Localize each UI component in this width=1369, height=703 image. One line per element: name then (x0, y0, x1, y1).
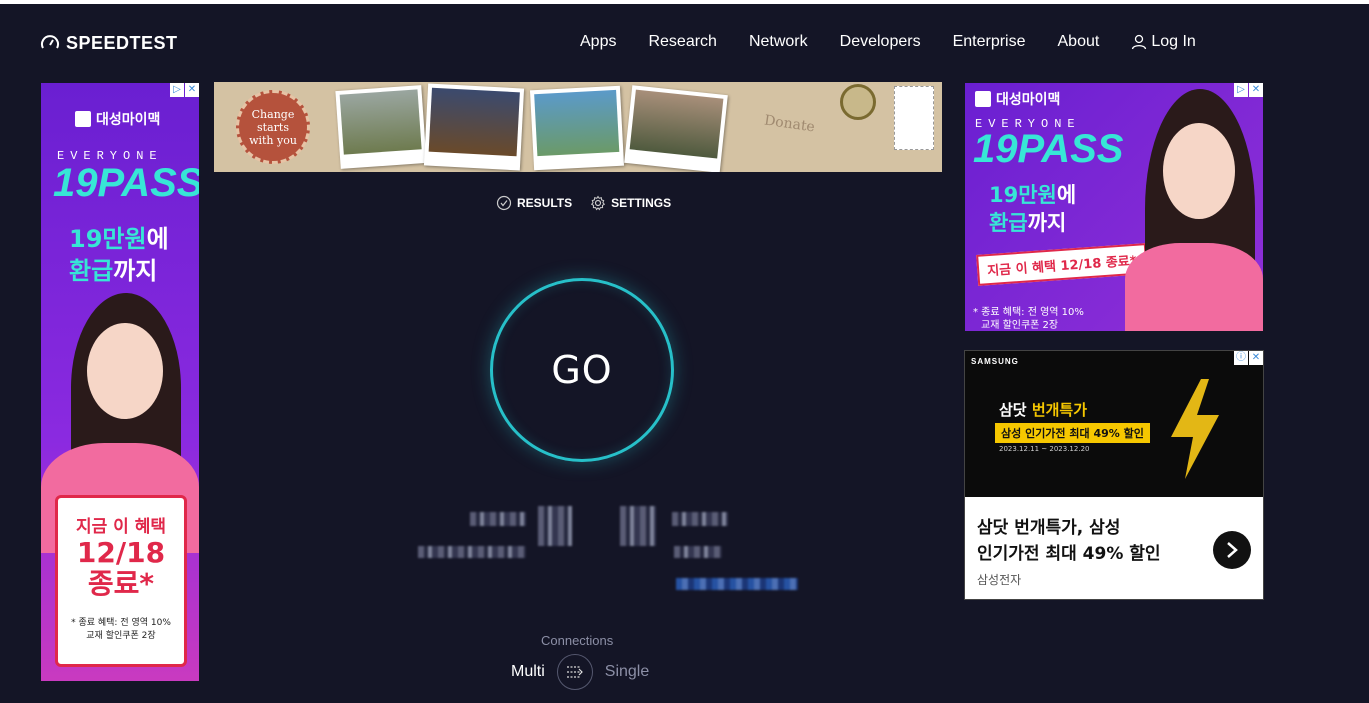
redacted-server-location (674, 546, 722, 558)
samsung-caption: 삼닷 번개특가, 삼성 인기가전 최대 49% 할인 삼성전자 (965, 497, 1263, 599)
logo-text: SPEEDTEST (66, 33, 178, 53)
speedometer-icon (41, 34, 59, 48)
change-stamp: Change starts with you (236, 90, 310, 164)
nav-apps[interactable]: Apps (580, 33, 616, 51)
main-nav: Apps Research Network Developers Enterpr… (580, 33, 1196, 51)
samsung-dates: 2023.12.11 ~ 2023.12.20 (999, 445, 1090, 453)
model-face (87, 323, 163, 419)
ad-close-icon[interactable]: ✕ (1249, 351, 1263, 365)
redacted-server-icon (620, 506, 656, 546)
tab-settings[interactable]: SETTINGS (590, 195, 671, 211)
login-label: Log In (1151, 33, 1196, 50)
redacted-server-name (672, 512, 728, 526)
ad-close-icon[interactable]: ✕ (1249, 83, 1263, 97)
result-tabs: RESULTS SETTINGS (496, 195, 671, 211)
model-face (1163, 123, 1235, 219)
samsung-ad-banner[interactable]: ⓘ ✕ SAMSUNG 삼닷 번개특가 삼성 인기가전 최대 49% 할인 20… (964, 350, 1264, 600)
ad-deadline-banner: 지금 이 혜택 12/18 종료* (976, 243, 1148, 286)
right-ad-banner[interactable]: ▷ ✕ 대성마이맥 EVERYONE 19PASS 19만원에 환급까지 지금 … (965, 83, 1263, 331)
chevron-right-icon (1227, 542, 1238, 558)
photo-3 (529, 85, 625, 171)
connections-toggle: Multi Single (511, 654, 649, 690)
ad-refund-line1: 19만원에 (69, 225, 169, 253)
user-icon (1132, 34, 1147, 50)
nav-developers[interactable]: Developers (840, 33, 921, 51)
ad-choices[interactable]: ▷ ✕ (169, 83, 199, 97)
chevron-right-button[interactable] (1213, 531, 1251, 569)
lightning-icon (1171, 379, 1219, 479)
photo-2 (423, 83, 525, 171)
gear-icon (591, 195, 606, 211)
ad-close-icon[interactable]: ✕ (185, 83, 199, 97)
nav-network[interactable]: Network (749, 33, 808, 51)
ad-info-icon[interactable]: ▷ (170, 83, 184, 97)
ad-brand: 대성마이맥 (975, 89, 1060, 109)
go-label: GO (551, 348, 613, 392)
redacted-isp-icon (538, 506, 572, 546)
ad-refund-line2: 환급까지 (69, 257, 158, 285)
speedtest-logo[interactable]: SPEEDTEST (40, 33, 178, 54)
connections-arrows-icon (566, 666, 583, 678)
model-shirt (1125, 243, 1263, 331)
donate-text[interactable]: Donate (763, 113, 816, 136)
brand-logo-icon (975, 91, 991, 107)
seal-icon (840, 84, 876, 120)
ad-pass-title: 19PASS (53, 161, 199, 205)
ad-refund-line1: 19만원에 (989, 183, 1077, 207)
nav-research[interactable]: Research (648, 33, 716, 51)
ad-info-icon[interactable]: ▷ (1234, 83, 1248, 97)
samsung-title: 삼닷 번개특가 (999, 401, 1088, 419)
ad-choices-right[interactable]: ▷ ✕ (1233, 83, 1263, 97)
samsung-logo: SAMSUNG (971, 357, 1019, 366)
ad-choices-samsung[interactable]: ⓘ ✕ (1233, 351, 1263, 365)
brand-logo-icon (75, 111, 91, 127)
ad-refund-line2: 환급까지 (989, 211, 1067, 235)
samsung-subtitle: 삼성 인기가전 최대 49% 할인 (995, 423, 1150, 443)
check-circle-icon (496, 195, 512, 211)
top-ad-banner[interactable]: Change starts with you Donate (214, 82, 942, 172)
connections-single[interactable]: Single (605, 663, 649, 681)
ad-deadline-badge: 지금 이 혜택 12/18 종료* * 종료 혜택: 전 영역 10% 교재 할… (55, 495, 187, 667)
ad-info-icon[interactable]: ⓘ (1234, 351, 1248, 365)
connections-switch[interactable] (556, 654, 593, 690)
ad-brand: 대성마이맥 (75, 109, 160, 129)
nav-enterprise[interactable]: Enterprise (953, 33, 1026, 51)
connections-multi[interactable]: Multi (511, 663, 545, 681)
ad-footnote2: 교재 할인쿠폰 2장 (981, 320, 1059, 331)
photo-4 (624, 85, 728, 172)
go-button[interactable]: GO (490, 278, 674, 462)
top-border (0, 0, 1369, 4)
left-ad-banner[interactable]: ▷ ✕ 대성마이맥 EVERYONE 19PASS 19만원에 환급까지 지금 … (41, 83, 199, 681)
ad-pass-title: 19PASS (973, 127, 1124, 171)
redacted-isp-name (470, 512, 526, 526)
stamp-icon (894, 86, 934, 150)
connections-title: Connections (541, 633, 614, 648)
redacted-change-server-link[interactable] (676, 578, 798, 590)
login-link[interactable]: Log In (1131, 33, 1196, 51)
tab-results[interactable]: RESULTS (496, 195, 572, 211)
nav-about[interactable]: About (1058, 33, 1100, 51)
photo-1 (335, 85, 427, 169)
redacted-isp-ip[interactable] (418, 546, 526, 558)
